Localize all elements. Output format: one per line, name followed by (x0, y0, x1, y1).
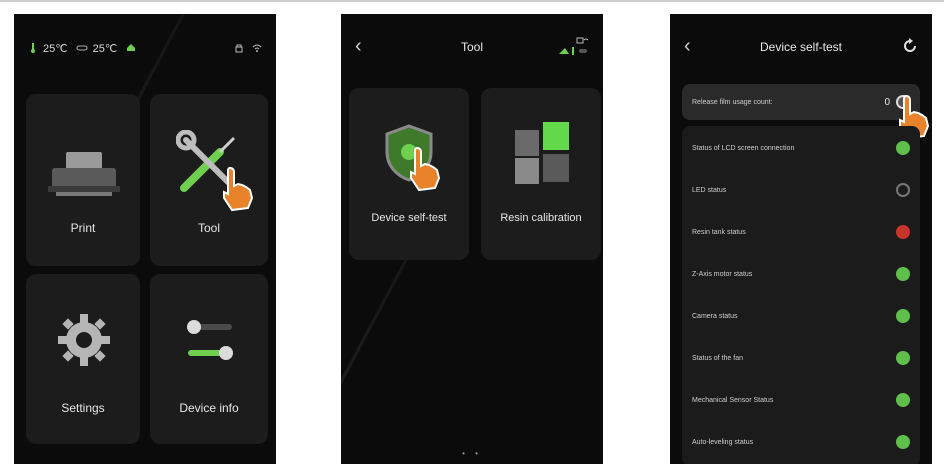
cubes-icon (515, 122, 569, 184)
tool-topbar: ‹ Tool (341, 32, 603, 62)
item-label: Z-Axis motor status (692, 270, 753, 278)
print-tile[interactable]: Print (26, 94, 140, 266)
refresh-icon[interactable] (902, 38, 918, 54)
temperature-2: 25℃ (92, 42, 118, 55)
release-film-label: Release film usage count: (692, 98, 773, 106)
gear-icon (58, 314, 110, 366)
list-item: Status of LCD screen connection (682, 130, 920, 166)
release-film-count-row: Release film usage count: 0 (682, 84, 920, 120)
item-label: Auto-leveling status (692, 438, 754, 446)
list-item: Mechanical Sensor Status (682, 382, 920, 418)
list-item: Z-Axis motor status (682, 256, 920, 292)
status-ok-icon (896, 267, 910, 281)
self-test-screen: ‹ Device self-test Release film usage co… (670, 14, 932, 464)
page-indicator: • • (462, 449, 482, 458)
status-bar: 25℃ 25℃ (28, 40, 262, 56)
tool-label: Tool (197, 221, 220, 235)
status-error-icon (896, 225, 910, 239)
item-label: Resin tank status (692, 228, 746, 236)
status-icons (559, 37, 589, 55)
status-ok-icon (896, 309, 910, 323)
home-screen: 25℃ 25℃ Print Tool Settings Device info (14, 14, 276, 464)
page-title: Device self-test (759, 40, 843, 54)
device-self-test-tile[interactable]: Device self-test (349, 88, 469, 260)
printer-icon (48, 152, 120, 196)
status-pending-icon (896, 183, 910, 197)
temperature-1: 25℃ (43, 42, 68, 55)
status-ok-icon (896, 141, 910, 155)
settings-label: Settings (61, 401, 105, 415)
list-item: Status of the fan (682, 340, 920, 376)
release-film-count: 0 (884, 96, 890, 108)
item-label: Status of the fan (692, 354, 743, 362)
status-ok-icon (896, 393, 910, 407)
tutorial-page: 25℃ 25℃ Print Tool Settings Device info … (0, 0, 944, 464)
device-info-label: Device info (179, 401, 239, 415)
tank-icon (76, 45, 88, 51)
list-item: LED status (682, 172, 920, 208)
wifi-icon (252, 44, 262, 52)
thermometer-icon (31, 43, 35, 53)
pointer-hand-icon (410, 146, 441, 192)
lock-icon (235, 44, 243, 53)
device-info-tile[interactable]: Device info (150, 274, 268, 444)
print-label: Print (70, 221, 96, 235)
list-item: Camera status (682, 298, 920, 334)
self-test-topbar: ‹ Device self-test (670, 32, 932, 62)
settings-tile[interactable]: Settings (26, 274, 140, 444)
item-label: Mechanical Sensor Status (692, 396, 774, 404)
tool-screen: ‹ Tool Device self-test Resin calibratio… (341, 14, 603, 464)
device-self-test-label: Device self-test (371, 212, 447, 224)
list-item: Auto-leveling status (682, 424, 920, 460)
item-label: Status of LCD screen connection (692, 144, 795, 152)
pointer-hand-icon (223, 166, 254, 212)
toggle-switch-icon (187, 320, 233, 360)
status-ok-icon (896, 351, 910, 365)
item-label: Camera status (692, 312, 738, 320)
status-ok-icon (896, 435, 910, 449)
resin-calibration-tile[interactable]: Resin calibration (481, 88, 601, 260)
cloud-icon (127, 44, 136, 51)
tool-tile[interactable]: Tool (150, 94, 268, 266)
item-label: LED status (692, 186, 727, 194)
resin-calibration-label: Resin calibration (500, 212, 582, 224)
list-item: Resin tank status (682, 214, 920, 250)
